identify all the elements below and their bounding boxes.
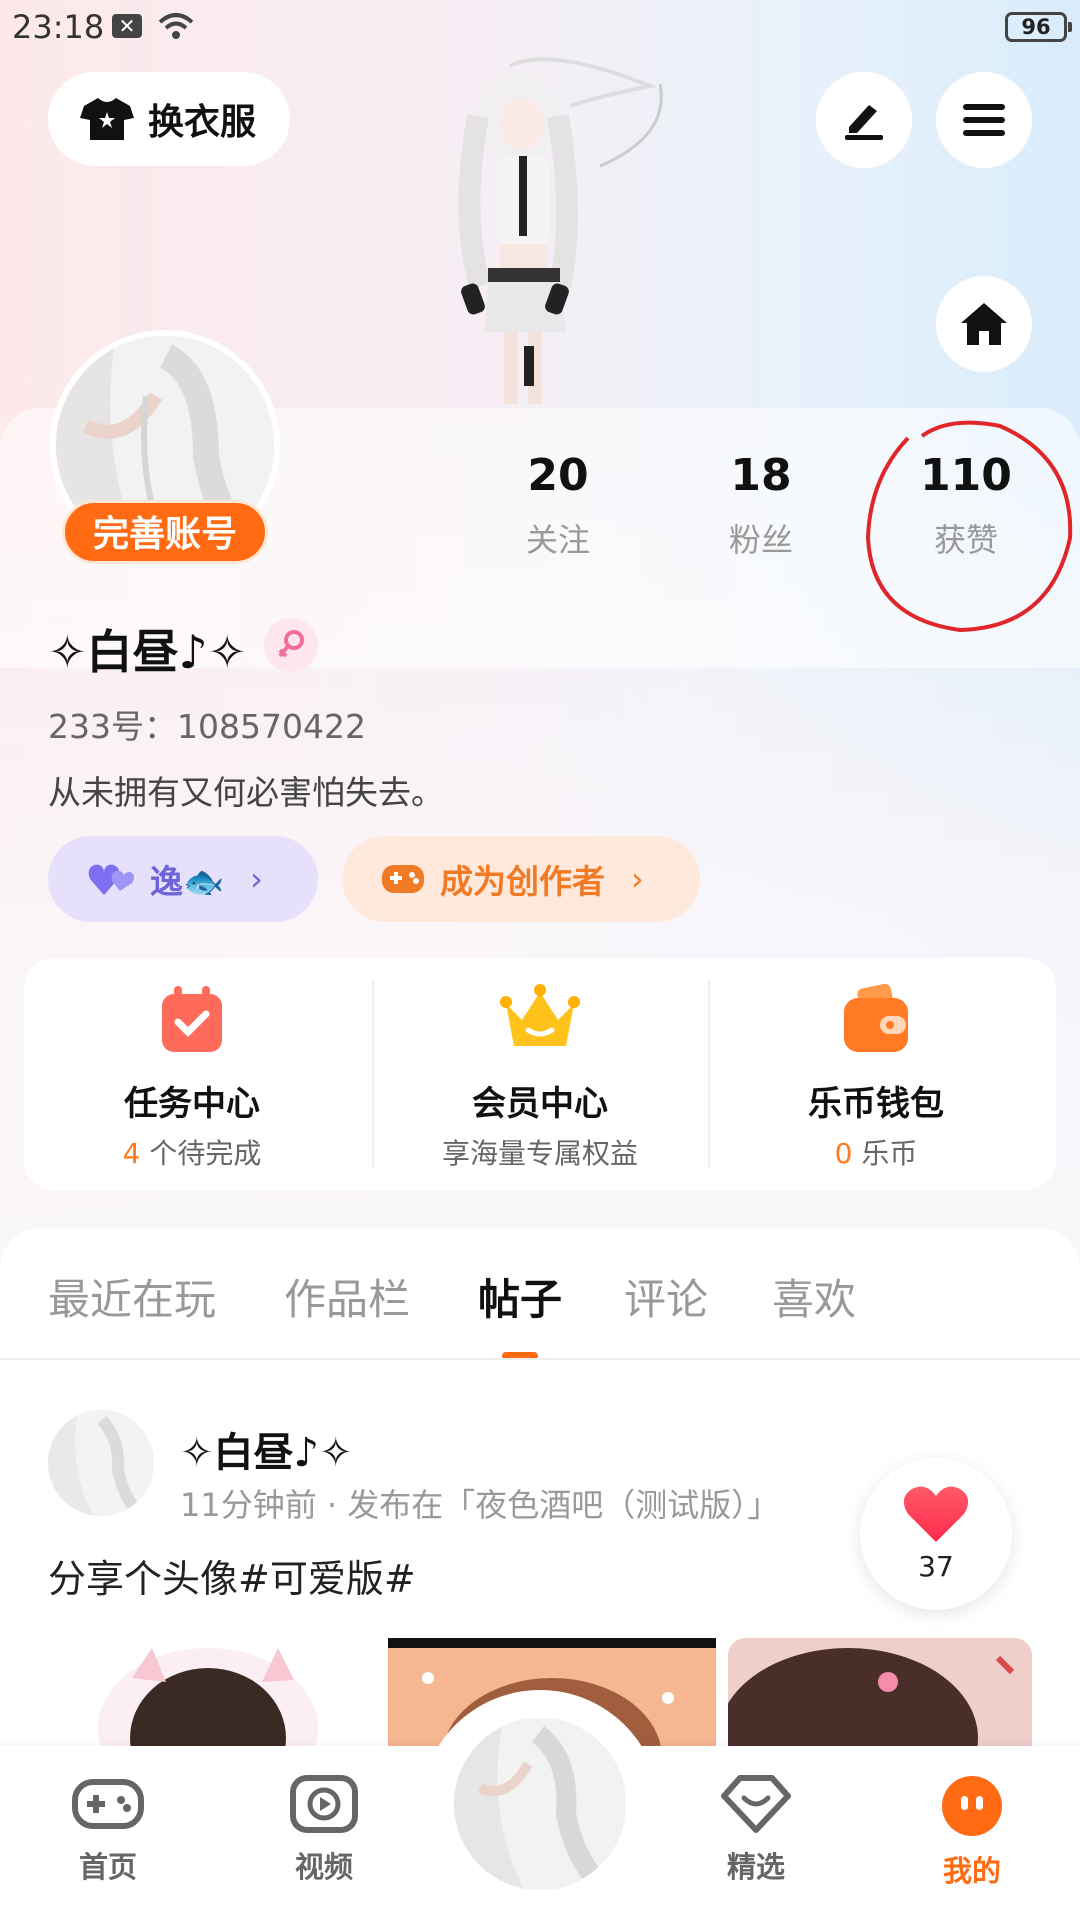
avatar-image [454, 1718, 626, 1890]
task-center-item[interactable]: 任务中心 4 个待完成 [24, 958, 360, 1190]
nav-video[interactable]: 视频 [264, 1774, 384, 1886]
chevron-right-icon: › [631, 860, 644, 898]
gamepad-icon [382, 865, 424, 893]
profile-tabs: 最近在玩 作品栏 帖子 评论 喜欢 [0, 1228, 1080, 1360]
wifi-icon [158, 13, 194, 39]
coin-wallet-sub: 0 乐币 [708, 1132, 1044, 1172]
battery-level: 96 [1021, 15, 1051, 39]
nav-mine[interactable]: 我的 [912, 1774, 1032, 1890]
tab-likes[interactable]: 喜欢 [772, 1266, 856, 1327]
profile-name: ✧白昼♪✧ [48, 625, 247, 679]
gamepad-icon [72, 1779, 144, 1829]
post-image-1[interactable] [48, 1638, 372, 1748]
change-outfit-label: 换衣服 [148, 102, 257, 143]
home-icon [961, 303, 1007, 345]
user-id: 233号：108570422 [48, 707, 366, 746]
fish-badge-label: 逸🐟 [150, 862, 225, 901]
become-creator-label: 成为创作者 [440, 862, 605, 901]
change-outfit-button[interactable]: 换衣服 [48, 72, 290, 166]
home-button[interactable] [936, 276, 1032, 372]
member-center-title: 会员中心 [472, 1084, 608, 1124]
coin-count: 0 [834, 1137, 853, 1170]
task-center-sub: 4 个待完成 [24, 1132, 360, 1172]
heart-icon [903, 1486, 969, 1542]
crown-icon [500, 984, 580, 1046]
tab-recently-played[interactable]: 最近在玩 [48, 1266, 216, 1327]
complete-account-button[interactable]: 完善账号 [62, 500, 268, 564]
coin-wallet-item[interactable]: 乐币钱包 0 乐币 [708, 958, 1044, 1190]
task-center-title: 任务中心 [124, 1084, 260, 1124]
post-image-art [98, 1648, 318, 1748]
task-center-sub-text: 个待完成 [149, 1137, 262, 1170]
stat-fans-value: 18 [730, 450, 792, 501]
stat-following-value: 20 [527, 450, 589, 501]
post-image-art [728, 1638, 1032, 1748]
status-bar: 23:18 ✕ 96 [0, 0, 1080, 54]
chevron-right-icon: › [250, 860, 263, 898]
post-text: 分享个头像#可爱版# [48, 1557, 416, 1601]
post-author-name[interactable]: ✧白昼♪✧ [180, 1420, 353, 1478]
tab-posts[interactable]: 帖子 [478, 1266, 562, 1327]
menu-icon [963, 104, 1005, 136]
nav-home[interactable]: 首页 [48, 1774, 168, 1886]
coin-wallet-title: 乐币钱包 [808, 1084, 944, 1124]
stat-fans[interactable]: 18 粉丝 [686, 450, 836, 561]
quick-access-panel: 任务中心 4 个待完成 会员中心 享海量专属权益 乐币钱包 0 乐币 [24, 958, 1056, 1190]
tab-comments[interactable]: 评论 [624, 1266, 708, 1327]
heart-pair-icon [88, 864, 134, 895]
status-time: 23:18 [12, 8, 105, 46]
stat-fans-label: 粉丝 [728, 521, 793, 559]
nav-featured[interactable]: 精选 [696, 1774, 816, 1886]
tshirt-icon [80, 98, 134, 140]
nav-featured-label: 精选 [726, 1850, 785, 1884]
edit-button[interactable] [816, 72, 912, 168]
menu-button[interactable] [936, 72, 1032, 168]
stat-following[interactable]: 20 关注 [483, 450, 633, 561]
battery-indicator: 96 [1005, 12, 1072, 42]
nav-home-label: 首页 [78, 1850, 137, 1884]
character-model [458, 57, 663, 404]
fish-badge-button[interactable]: 逸🐟 › [48, 836, 318, 922]
calendar-check-icon [162, 986, 222, 1052]
red-circle-annotation [865, 420, 1073, 633]
member-center-item[interactable]: 会员中心 享海量专属权益 [372, 958, 708, 1190]
stat-following-label: 关注 [525, 521, 590, 559]
video-play-icon [290, 1775, 358, 1833]
task-count: 4 [122, 1137, 141, 1170]
like-count: 37 [918, 1550, 954, 1583]
post-author-avatar[interactable] [48, 1410, 154, 1516]
nav-center-avatar[interactable] [454, 1718, 626, 1890]
smiley-icon [942, 1776, 1002, 1836]
coin-wallet-sub-text: 乐币 [861, 1137, 918, 1170]
post-image-3[interactable] [728, 1638, 1032, 1748]
notification-icon: ✕ [112, 14, 142, 38]
like-button[interactable]: 37 [860, 1458, 1012, 1610]
nav-mine-label: 我的 [942, 1854, 1001, 1888]
member-center-sub: 享海量专属权益 [441, 1137, 638, 1170]
edit-pen-icon [845, 105, 883, 140]
become-creator-button[interactable]: 成为创作者 › [342, 836, 700, 922]
tab-works[interactable]: 作品栏 [284, 1266, 410, 1327]
nav-video-label: 视频 [294, 1850, 353, 1884]
post-meta: 11分钟前 · 发布在「夜色酒吧（测试版）」 [180, 1486, 780, 1524]
wallet-icon [844, 983, 908, 1052]
user-bio: 从未拥有又何必害怕失去。 [48, 773, 444, 812]
female-icon [264, 618, 318, 672]
avatar-image [48, 1410, 154, 1516]
diamond-heart-icon [721, 1775, 791, 1833]
